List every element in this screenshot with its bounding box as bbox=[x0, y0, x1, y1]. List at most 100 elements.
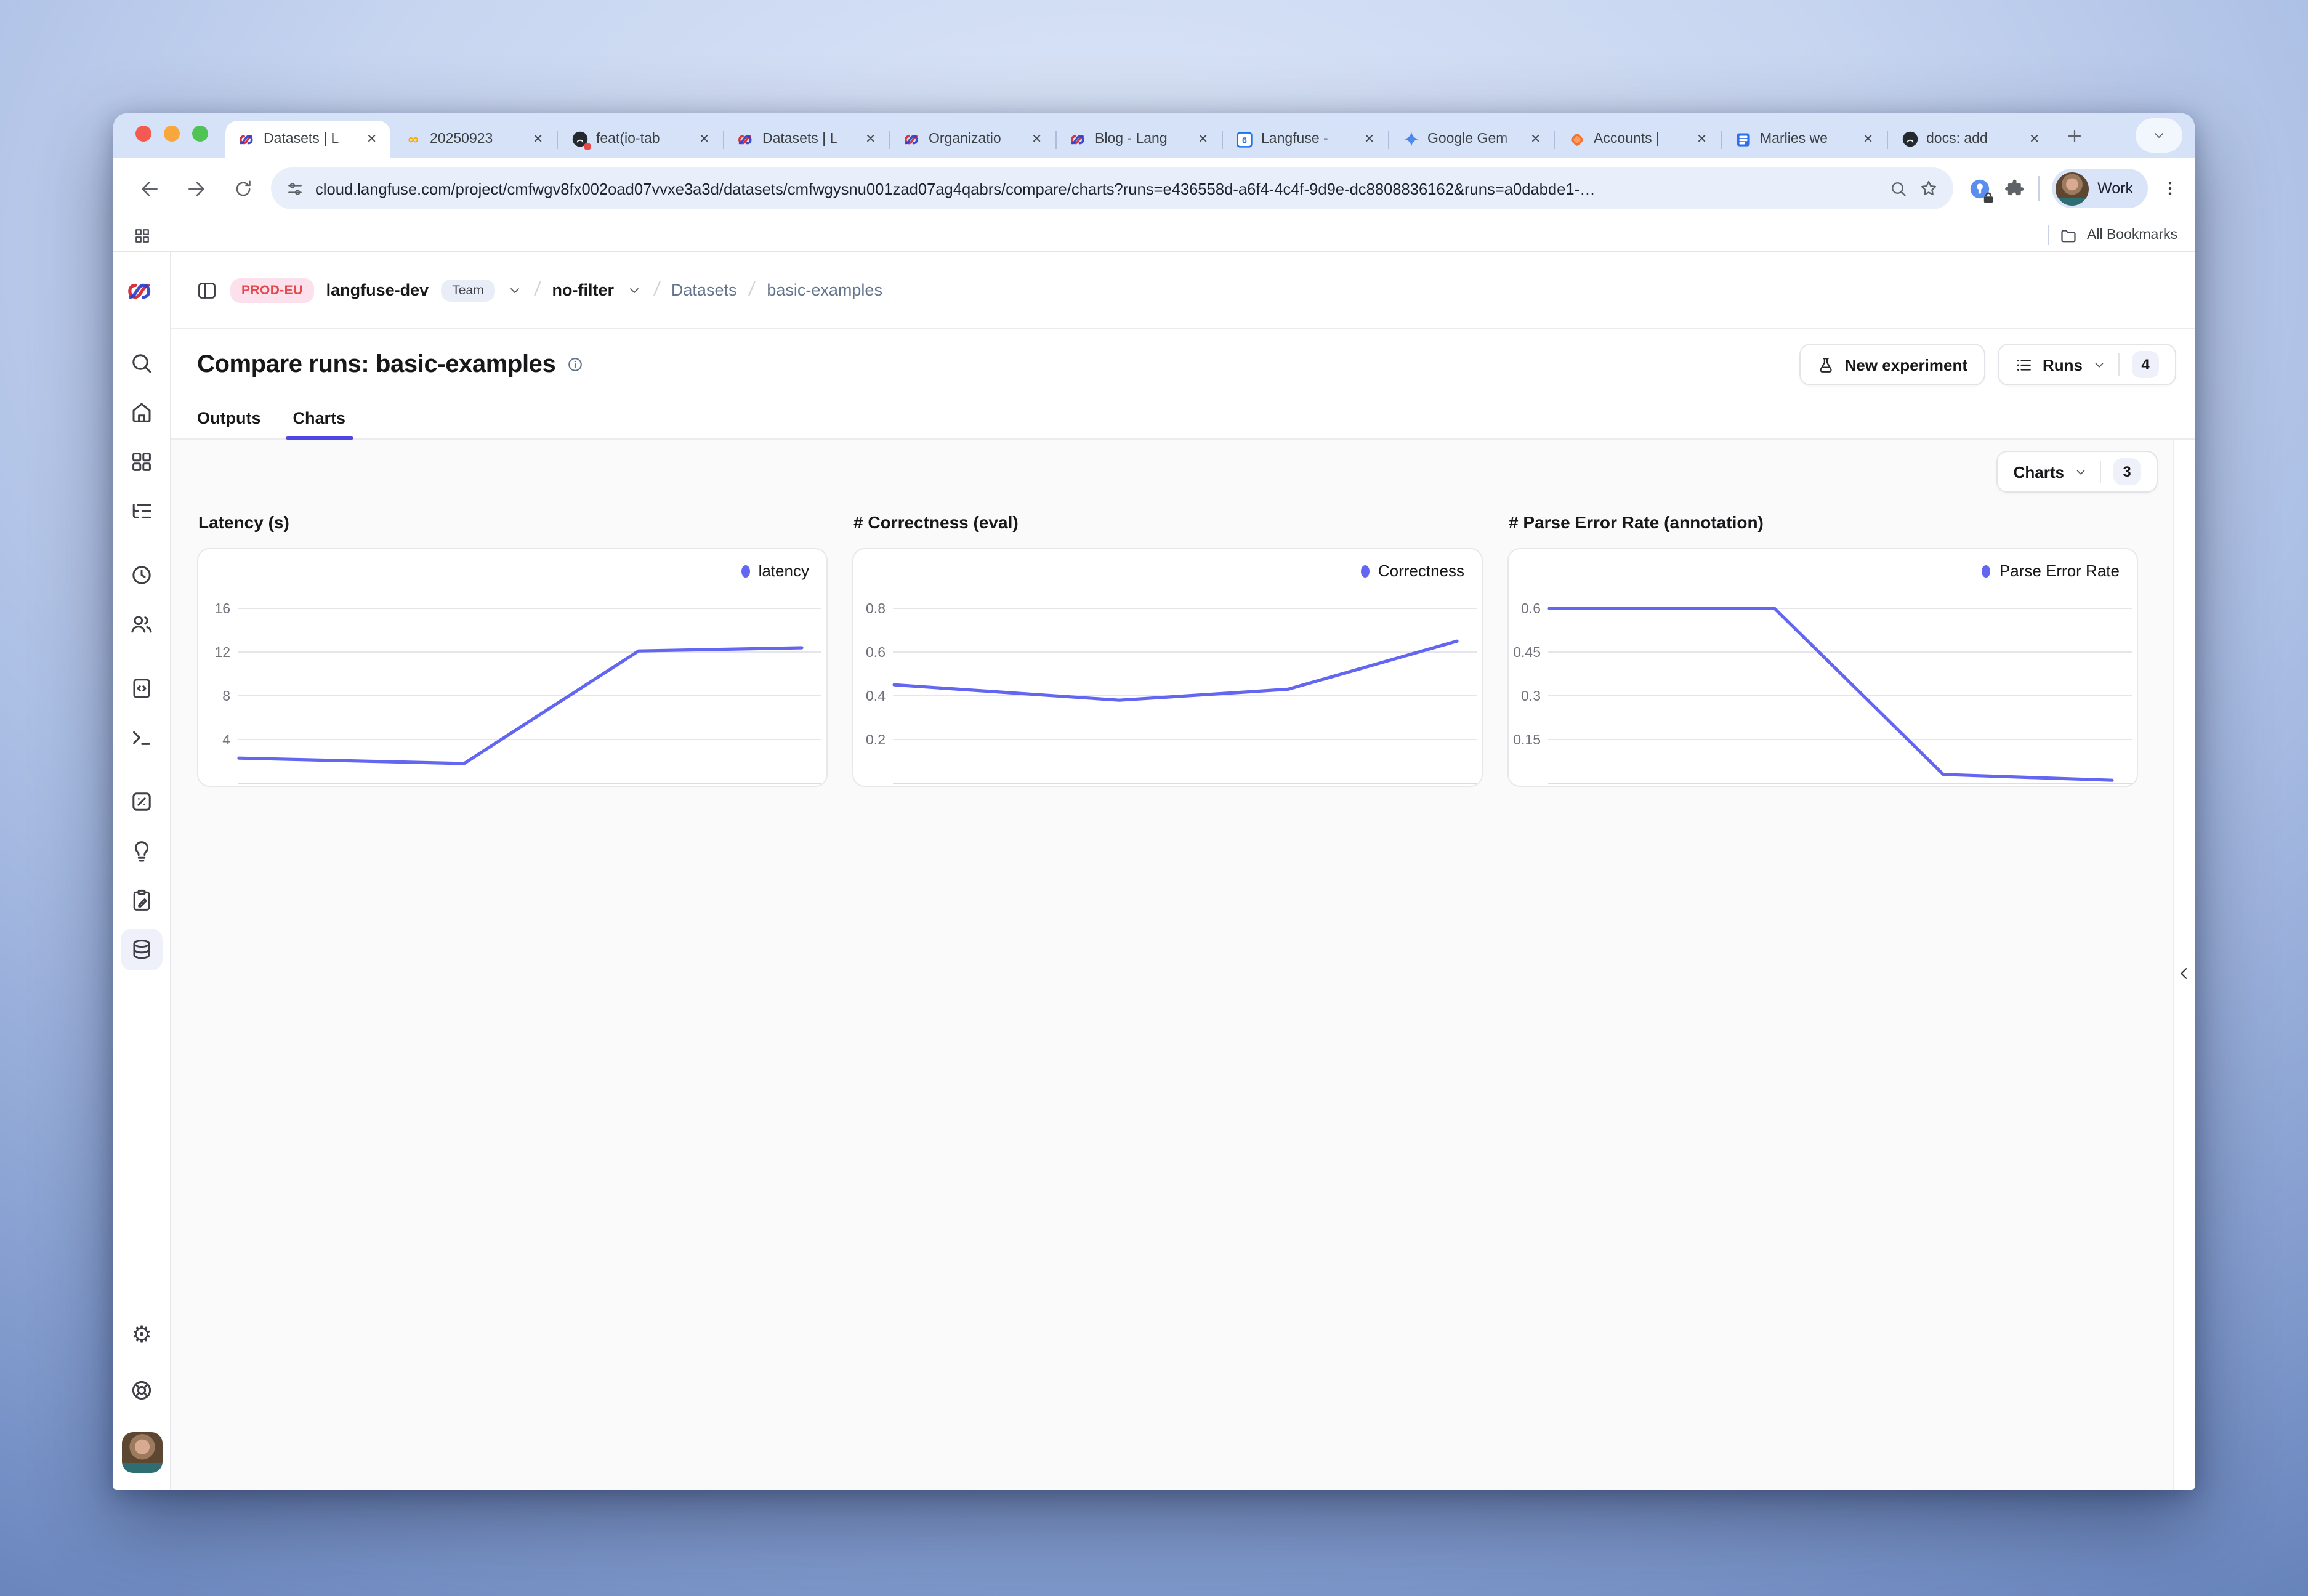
browser-tab[interactable]: feat(io-tab✕ bbox=[558, 121, 723, 158]
runs-label: Runs bbox=[2043, 355, 2083, 374]
button-divider bbox=[2118, 353, 2120, 376]
breadcrumb-dataset-name[interactable]: basic-examples bbox=[767, 281, 882, 299]
gcal-favicon-icon: 6 bbox=[1235, 130, 1254, 148]
sidebar-item-terminal[interactable] bbox=[121, 717, 163, 759]
browser-tab[interactable]: Accounts |✕ bbox=[1555, 121, 1721, 158]
apps-grid-icon[interactable] bbox=[133, 226, 151, 244]
sidebar-item-home[interactable] bbox=[121, 392, 163, 433]
url-text[interactable]: cloud.langfuse.com/project/cmfwgv8fx002o… bbox=[315, 179, 1878, 198]
chevron-down-icon[interactable] bbox=[507, 283, 522, 297]
y-axis-tick-label: 0.2 bbox=[866, 732, 886, 748]
y-axis-tick-label: 12 bbox=[214, 644, 230, 660]
maximize-window-button[interactable] bbox=[192, 125, 208, 141]
browser-tab[interactable]: Blog - Lang✕ bbox=[1057, 121, 1222, 158]
sidebar-item-file-code[interactable] bbox=[121, 667, 163, 709]
tab-close-icon[interactable]: ✕ bbox=[1028, 131, 1046, 147]
sidebar-nav bbox=[121, 342, 163, 978]
panel-toggle-icon[interactable] bbox=[196, 279, 218, 301]
chart-card: 161284latency bbox=[197, 548, 828, 787]
sidebar-item-clock[interactable] bbox=[121, 554, 163, 596]
browser-tab[interactable]: Datasets | L✕ bbox=[225, 121, 390, 158]
browser-menu-kebab-icon[interactable] bbox=[2160, 179, 2180, 198]
charts-selector-button[interactable]: Charts 3 bbox=[1996, 451, 2158, 493]
terminal-icon bbox=[129, 725, 154, 750]
langfuse-favicon-icon bbox=[1069, 130, 1087, 148]
browser-tab[interactable]: Datasets | L✕ bbox=[724, 121, 889, 158]
browser-tab[interactable]: Google Gem✕ bbox=[1389, 121, 1554, 158]
tab-close-icon[interactable]: ✕ bbox=[861, 131, 879, 147]
chart-title: # Parse Error Rate (annotation) bbox=[1509, 512, 2138, 532]
all-bookmarks-button[interactable]: All Bookmarks bbox=[2048, 225, 2177, 245]
zoom-page-icon[interactable] bbox=[1889, 179, 1908, 198]
password-manager-extension-icon[interactable] bbox=[1968, 177, 1991, 200]
forward-button[interactable] bbox=[177, 170, 214, 207]
lightbulb-icon bbox=[129, 839, 154, 863]
sidebar-item-support[interactable] bbox=[121, 1369, 163, 1411]
sidebar-item-tracing[interactable] bbox=[121, 490, 163, 532]
browser-tab[interactable]: ∞20250923✕ bbox=[392, 121, 557, 158]
browser-tab[interactable]: Organizatio✕ bbox=[890, 121, 1055, 158]
tab-close-icon[interactable]: ✕ bbox=[1527, 131, 1544, 147]
bookmarks-bar: All Bookmarks bbox=[113, 219, 2195, 252]
sidebar-item-settings[interactable]: ⚙ bbox=[121, 1314, 163, 1356]
info-icon[interactable] bbox=[567, 356, 584, 373]
extensions-puzzle-icon[interactable] bbox=[2004, 177, 2026, 200]
tab-charts[interactable]: Charts bbox=[293, 409, 346, 438]
sidebar-item-database[interactable] bbox=[121, 929, 163, 970]
url-bar[interactable]: cloud.langfuse.com/project/cmfwgv8fx002o… bbox=[271, 167, 1953, 209]
breadcrumb-project[interactable]: no-filter bbox=[552, 281, 615, 299]
profile-name: Work bbox=[2097, 180, 2133, 197]
breadcrumb-datasets-link[interactable]: Datasets bbox=[671, 281, 737, 299]
new-tab-button[interactable] bbox=[2058, 119, 2090, 151]
runs-selector-button[interactable]: Runs 4 bbox=[1997, 344, 2176, 385]
collapse-rail[interactable] bbox=[2173, 440, 2195, 1490]
tab-close-icon[interactable]: ✕ bbox=[695, 131, 713, 147]
tab-close-icon[interactable]: ✕ bbox=[363, 131, 381, 147]
sidebar-item-playground[interactable] bbox=[121, 879, 163, 921]
chevron-down-icon[interactable] bbox=[626, 283, 641, 297]
new-experiment-button[interactable]: New experiment bbox=[1799, 344, 1985, 385]
tab-close-icon[interactable]: ✕ bbox=[529, 131, 547, 147]
langfuse-logo-icon[interactable] bbox=[127, 280, 156, 303]
y-axis-tick-label: 0.8 bbox=[866, 600, 886, 616]
y-axis-tick-label: 4 bbox=[222, 732, 230, 748]
tab-close-icon[interactable]: ✕ bbox=[1859, 131, 1877, 147]
close-window-button[interactable] bbox=[135, 125, 151, 141]
charts-count-badge: 3 bbox=[2113, 458, 2141, 485]
tab-close-icon[interactable]: ✕ bbox=[1693, 131, 1711, 147]
minimize-window-button[interactable] bbox=[164, 125, 180, 141]
browser-tab[interactable]: 6Langfuse -✕ bbox=[1223, 121, 1388, 158]
y-axis-tick-label: 0.45 bbox=[1513, 644, 1541, 660]
y-axis-tick-label: 0.4 bbox=[866, 688, 886, 704]
sidebar-item-lightbulb[interactable] bbox=[121, 830, 163, 872]
tab-close-icon[interactable]: ✕ bbox=[2025, 131, 2043, 147]
reload-button[interactable] bbox=[224, 170, 261, 207]
back-button[interactable] bbox=[131, 170, 167, 207]
runs-count-badge: 4 bbox=[2132, 351, 2159, 378]
extensions-area: Work bbox=[1968, 169, 2180, 208]
sidebar-item-evaluation[interactable] bbox=[121, 781, 163, 823]
page-header: Compare runs: basic-examples New experim… bbox=[171, 329, 2195, 400]
sidebar-item-users[interactable] bbox=[121, 603, 163, 645]
all-bookmarks-label: All Bookmarks bbox=[2087, 228, 2177, 243]
sidebar-item-dashboard[interactable] bbox=[121, 441, 163, 483]
evaluation-icon bbox=[129, 789, 154, 814]
reload-icon bbox=[232, 178, 253, 199]
user-avatar[interactable] bbox=[121, 1432, 162, 1473]
tab-search-button[interactable] bbox=[2136, 118, 2182, 153]
browser-tab[interactable]: Marlies we✕ bbox=[1722, 121, 1887, 158]
browser-profile-chip[interactable]: Work bbox=[2052, 169, 2148, 208]
bookmark-star-icon[interactable] bbox=[1919, 179, 1939, 198]
folder-icon bbox=[2059, 226, 2077, 244]
sidebar-item-search[interactable] bbox=[121, 342, 163, 384]
browser-tab[interactable]: docs: add✕ bbox=[1888, 121, 2053, 158]
users-icon bbox=[129, 612, 154, 637]
legend-label: Parse Error Rate bbox=[1999, 562, 2120, 580]
tab-close-icon[interactable]: ✕ bbox=[1360, 131, 1378, 147]
environment-badge[interactable]: PROD-EU bbox=[230, 278, 314, 302]
site-settings-icon[interactable] bbox=[286, 179, 304, 198]
tab-outputs[interactable]: Outputs bbox=[197, 409, 261, 438]
breadcrumb-org[interactable]: langfuse-dev bbox=[326, 281, 429, 299]
chart-legend: Correctness bbox=[1361, 562, 1464, 580]
tab-close-icon[interactable]: ✕ bbox=[1194, 131, 1212, 147]
